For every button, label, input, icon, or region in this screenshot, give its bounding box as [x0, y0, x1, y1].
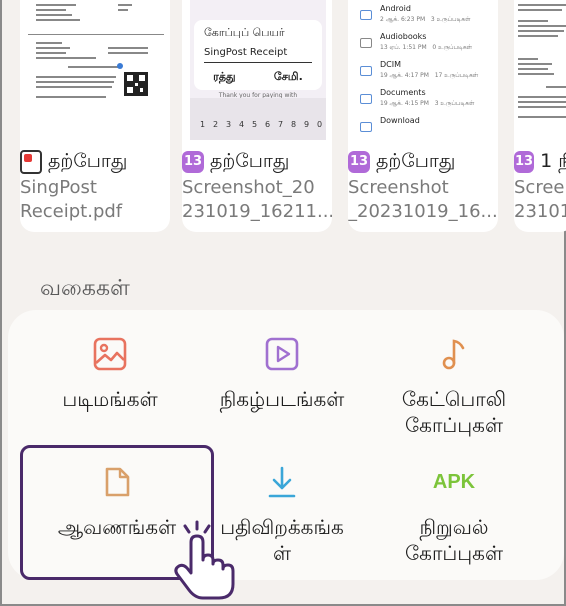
file-name-line1: Screenshot: [348, 177, 449, 198]
recent-file-card[interactable]: 13 1 நி Scree 23101: [514, 0, 566, 232]
category-images[interactable]: படிமங்கள்: [40, 336, 180, 412]
apk-icon: APK: [432, 471, 476, 493]
recent-file-card[interactable]: தற்போது SingPost Receipt.pdf: [20, 0, 170, 232]
screenshot-app-icon: 13: [514, 151, 535, 173]
category-label: படிமங்கள்: [62, 387, 158, 411]
file-meta: 13 தற்போது Screenshot _20231019_16...: [348, 148, 498, 224]
file-time: தற்போது: [48, 149, 128, 172]
category-label: நிகழ்படங்கள்: [219, 387, 345, 411]
category-audio[interactable]: கேட்பொலி கோப்புகள்: [374, 336, 534, 438]
folder-icon: [360, 122, 372, 132]
keyboard-letter-row: qwertyuiop: [190, 132, 326, 140]
screenshot-app-icon: 13: [348, 151, 370, 173]
folder-icon: [360, 38, 372, 48]
category-label-line2: கோப்புகள்: [404, 413, 504, 437]
file-time: தற்போது: [376, 149, 456, 172]
file-name-line1: Screenshot_20: [182, 177, 315, 198]
file-meta: 13 தற்போது Screenshot_20 231019_16211...: [182, 148, 332, 224]
file-thumbnail: Android 2 ஆக். 6:23 PM 3 உருப்படிகள் Aud…: [356, 0, 492, 140]
download-icon: [268, 466, 296, 498]
category-label-line1: கேட்பொலி: [401, 387, 507, 411]
rename-save-button: சேமி.: [273, 70, 303, 83]
pdf-file-icon: [20, 150, 42, 174]
video-icon: [265, 337, 299, 371]
tap-hand-cursor-icon: [174, 520, 235, 600]
recent-files-row: தற்போது SingPost Receipt.pdf கோப்புப் பெ…: [2, 0, 566, 240]
category-label-line1: நிறுவல்: [419, 515, 489, 539]
category-installers[interactable]: APK நிறுவல் கோப்புகள்: [374, 464, 534, 566]
rename-cancel-button: ரத்து: [213, 70, 236, 83]
file-thumbnail: [516, 0, 566, 140]
file-meta: தற்போது SingPost Receipt.pdf: [20, 148, 170, 224]
folder-list-preview: Android 2 ஆக். 6:23 PM 3 உருப்படிகள் Aud…: [356, 2, 492, 140]
file-thumbnail: [28, 0, 164, 140]
file-name-line1: Scree: [514, 177, 565, 198]
folder-icon: [360, 94, 372, 104]
file-name-line1: SingPost: [20, 177, 97, 198]
categories-title: வகைகள்: [40, 276, 130, 301]
file-thumbnail: கோப்புப் பெயர் SingPost Receipt ரத்து சே…: [190, 0, 326, 140]
file-time: 1 நி: [540, 149, 566, 172]
image-icon: [93, 337, 127, 371]
folder-icon: [360, 10, 372, 20]
file-name-line2: _20231019_16...: [348, 201, 498, 222]
receipt-preview: [518, 4, 566, 118]
recent-file-card[interactable]: Android 2 ஆக். 6:23 PM 3 உருப்படிகள் Aud…: [348, 0, 498, 232]
file-meta: 13 1 நி Scree 23101: [514, 148, 566, 224]
screenshot-app-icon: 13: [182, 151, 204, 173]
category-videos[interactable]: நிகழ்படங்கள்: [202, 336, 362, 412]
file-name-line2: 231019_16211...: [182, 201, 332, 222]
rename-dialog-title: கோப்புப் பெயர்: [204, 26, 285, 39]
receipt-preview: [28, 0, 164, 140]
file-time: தற்போது: [210, 149, 290, 172]
app-window: தற்போது SingPost Receipt.pdf கோப்புப் பெ…: [0, 0, 566, 606]
rename-dialog-input: SingPost Receipt: [204, 47, 288, 58]
music-note-icon: [442, 339, 465, 370]
file-name-line2: Receipt.pdf: [20, 201, 123, 222]
category-label-line2: கோப்புகள்: [404, 541, 504, 565]
folder-icon: [360, 66, 372, 76]
file-name-line2: 23101: [514, 201, 566, 222]
keyboard-number-row: 1234567890: [199, 120, 323, 129]
recent-file-card[interactable]: கோப்புப் பெயர் SingPost Receipt ரத்து சே…: [182, 0, 332, 232]
